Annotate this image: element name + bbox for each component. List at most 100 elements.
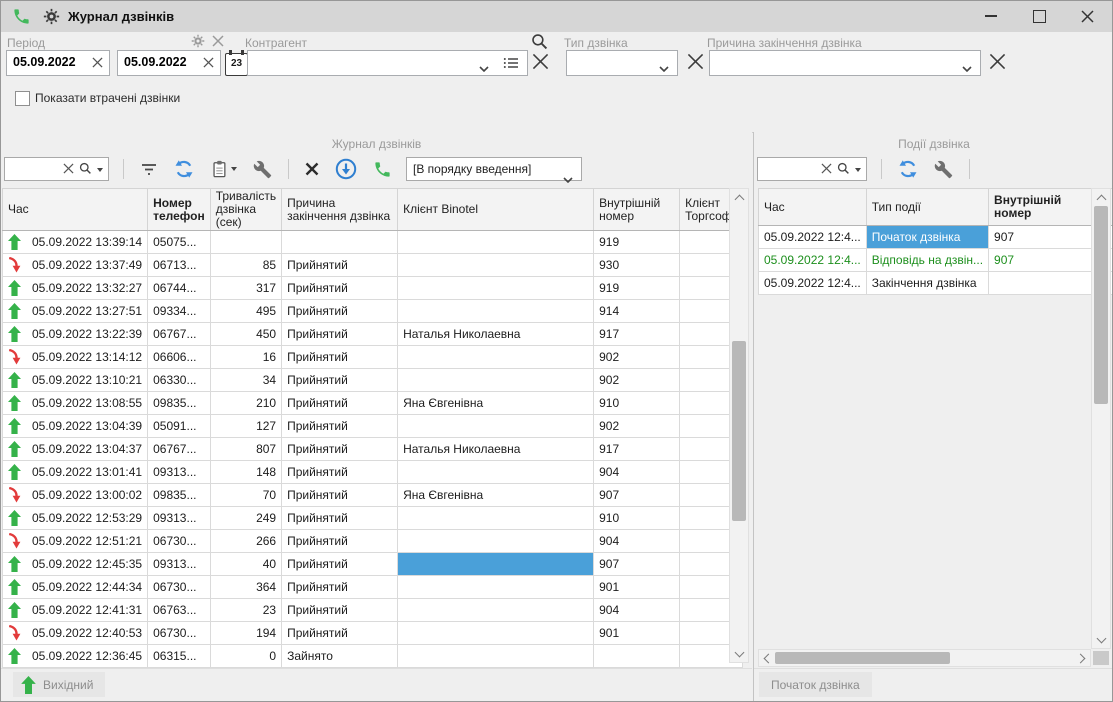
cell-internal-number[interactable]: 904 [594, 461, 680, 484]
cell-duration[interactable]: 85 [210, 254, 281, 277]
cell-reason[interactable]: Прийнятий [282, 484, 398, 507]
call-events-hscrollbar[interactable] [758, 649, 1091, 667]
cell-phone[interactable]: 09835... [148, 392, 211, 415]
cell-phone[interactable]: 09313... [148, 507, 211, 530]
cell-internal-number[interactable]: 907 [989, 249, 1092, 272]
scroll-up-icon[interactable] [730, 189, 748, 206]
chevron-down-icon[interactable] [659, 61, 669, 75]
cell-phone[interactable]: 09313... [148, 461, 211, 484]
cell-time[interactable]: 05.09.2022 13:04:37 [3, 438, 148, 461]
cell-time[interactable]: 05.09.2022 13:22:39 [3, 323, 148, 346]
scroll-left-icon[interactable] [759, 650, 775, 666]
call-log-header-5[interactable]: Внутрішній номер [594, 189, 680, 231]
minimize-button[interactable] [974, 4, 1008, 28]
call-log-row[interactable]: 05.09.2022 13:37:4906713...85Прийнятий93… [3, 254, 743, 277]
end-reason-combo[interactable] [709, 50, 981, 76]
cell-time[interactable]: 05.09.2022 12:45:35 [3, 553, 148, 576]
cell-phone[interactable]: 06730... [148, 622, 211, 645]
chevron-down-icon[interactable] [563, 172, 573, 186]
call-log-row[interactable]: 05.09.2022 12:51:2106730...266Прийнятий9… [3, 530, 743, 553]
cell-internal-number[interactable]: 904 [594, 530, 680, 553]
search-options-caret-icon[interactable] [855, 168, 861, 172]
period-clear-icon[interactable] [212, 35, 224, 50]
calendar-icon[interactable]: 23 [225, 53, 248, 76]
cell-client-binotel[interactable] [398, 507, 594, 530]
call-log-search-input[interactable] [4, 157, 109, 181]
delete-icon[interactable] [303, 160, 321, 178]
cell-internal-number[interactable] [594, 645, 680, 668]
cell-phone[interactable]: 09334... [148, 300, 211, 323]
cell-time[interactable]: 05.09.2022 12:4... [759, 272, 867, 295]
cell-internal-number[interactable]: 902 [594, 346, 680, 369]
date-from-clear-icon[interactable] [92, 57, 103, 71]
call-log-row[interactable]: 05.09.2022 13:01:4109313...148Прийнятий9… [3, 461, 743, 484]
cell-time[interactable]: 05.09.2022 13:10:21 [3, 369, 148, 392]
cell-duration[interactable]: 16 [210, 346, 281, 369]
call-event-row[interactable]: 05.09.2022 12:4...Закінчення дзвінка [759, 272, 1113, 295]
scroll-up-icon[interactable] [1092, 189, 1110, 206]
date-from-field[interactable] [6, 50, 110, 76]
cell-time[interactable]: 05.09.2022 13:37:49 [3, 254, 148, 277]
cell-duration[interactable]: 317 [210, 277, 281, 300]
cell-internal-number[interactable]: 910 [594, 507, 680, 530]
cell-event-type[interactable]: Початок дзвінка [866, 226, 988, 249]
call-log-header-1[interactable]: Номер телефон [148, 189, 211, 231]
cell-duration[interactable]: 40 [210, 553, 281, 576]
cell-client-binotel[interactable] [398, 415, 594, 438]
cell-duration[interactable]: 23 [210, 599, 281, 622]
cell-time[interactable]: 05.09.2022 12:40:53 [3, 622, 148, 645]
cell-event-type[interactable]: Закінчення дзвінка [866, 272, 988, 295]
cell-client-binotel[interactable] [398, 576, 594, 599]
call-log-row[interactable]: 05.09.2022 13:04:3706767...807ПрийнятийН… [3, 438, 743, 461]
cell-time[interactable]: 05.09.2022 12:36:45 [3, 645, 148, 668]
cell-client-binotel[interactable] [398, 622, 594, 645]
call-log-vscrollbar[interactable] [729, 188, 749, 663]
cell-time[interactable]: 05.09.2022 13:32:27 [3, 277, 148, 300]
cell-client-binotel[interactable] [398, 530, 594, 553]
call-log-row[interactable]: 05.09.2022 12:41:3106763...23Прийнятий90… [3, 599, 743, 622]
call-log-row[interactable]: 05.09.2022 13:39:1405075...919 [3, 231, 743, 254]
search-clear-icon[interactable] [63, 163, 74, 177]
report-caret-icon[interactable] [231, 167, 237, 171]
chevron-down-icon[interactable] [479, 61, 489, 75]
date-to-input[interactable] [124, 55, 196, 69]
call-log-row[interactable]: 05.09.2022 13:27:5109334...495Прийнятий9… [3, 300, 743, 323]
cell-client-binotel[interactable] [398, 645, 594, 668]
call-events-search-input[interactable] [757, 157, 867, 181]
cell-reason[interactable]: Прийнятий [282, 622, 398, 645]
cell-reason[interactable]: Прийнятий [282, 438, 398, 461]
cell-time[interactable]: 05.09.2022 12:51:21 [3, 530, 148, 553]
call-log-header-4[interactable]: Клієнт Binotel [398, 189, 594, 231]
wrench-icon[interactable] [932, 158, 955, 181]
cell-reason[interactable]: Прийнятий [282, 277, 398, 300]
cell-reason[interactable]: Прийнятий [282, 300, 398, 323]
scroll-down-icon[interactable] [1092, 631, 1110, 648]
cell-time[interactable]: 05.09.2022 13:39:14 [3, 231, 148, 254]
cell-reason[interactable]: Прийнятий [282, 323, 398, 346]
cell-reason[interactable]: Прийнятий [282, 369, 398, 392]
scroll-down-icon[interactable] [730, 645, 748, 662]
call-log-row[interactable]: 05.09.2022 12:40:5306730...194Прийнятий9… [3, 622, 743, 645]
cell-phone[interactable]: 06606... [148, 346, 211, 369]
call-log-row[interactable]: 05.09.2022 12:44:3406730...364Прийнятий9… [3, 576, 743, 599]
cell-duration[interactable]: 0 [210, 645, 281, 668]
call-log-row[interactable]: 05.09.2022 12:45:3509313...40Прийнятий90… [3, 553, 743, 576]
call-phone-icon[interactable] [371, 158, 394, 181]
cell-internal-number[interactable]: 919 [594, 231, 680, 254]
cell-reason[interactable]: Прийнятий [282, 392, 398, 415]
call-log-row[interactable]: 05.09.2022 13:32:2706744...317Прийнятий9… [3, 277, 743, 300]
maximize-button[interactable] [1022, 4, 1056, 28]
call-log-row[interactable]: 05.09.2022 13:22:3906767...450ПрийнятийН… [3, 323, 743, 346]
scrollbar-thumb[interactable] [775, 652, 950, 664]
call-events-vscrollbar[interactable] [1091, 188, 1111, 649]
sort-order-select[interactable]: [В порядку введення] [406, 157, 582, 181]
report-icon[interactable] [208, 157, 239, 181]
call-log-row[interactable]: 05.09.2022 13:00:0209835...70ПрийнятийЯн… [3, 484, 743, 507]
cell-client-binotel[interactable] [398, 553, 594, 576]
call-event-row[interactable]: 05.09.2022 12:4...Відповідь на дзвін...9… [759, 249, 1113, 272]
cell-phone[interactable]: 06315... [148, 645, 211, 668]
call-log-row[interactable]: 05.09.2022 12:53:2909313...249Прийнятий9… [3, 507, 743, 530]
call-log-row[interactable]: 05.09.2022 13:14:1206606...16Прийнятий90… [3, 346, 743, 369]
refresh-icon[interactable] [172, 157, 196, 181]
cell-time[interactable]: 05.09.2022 13:14:12 [3, 346, 148, 369]
